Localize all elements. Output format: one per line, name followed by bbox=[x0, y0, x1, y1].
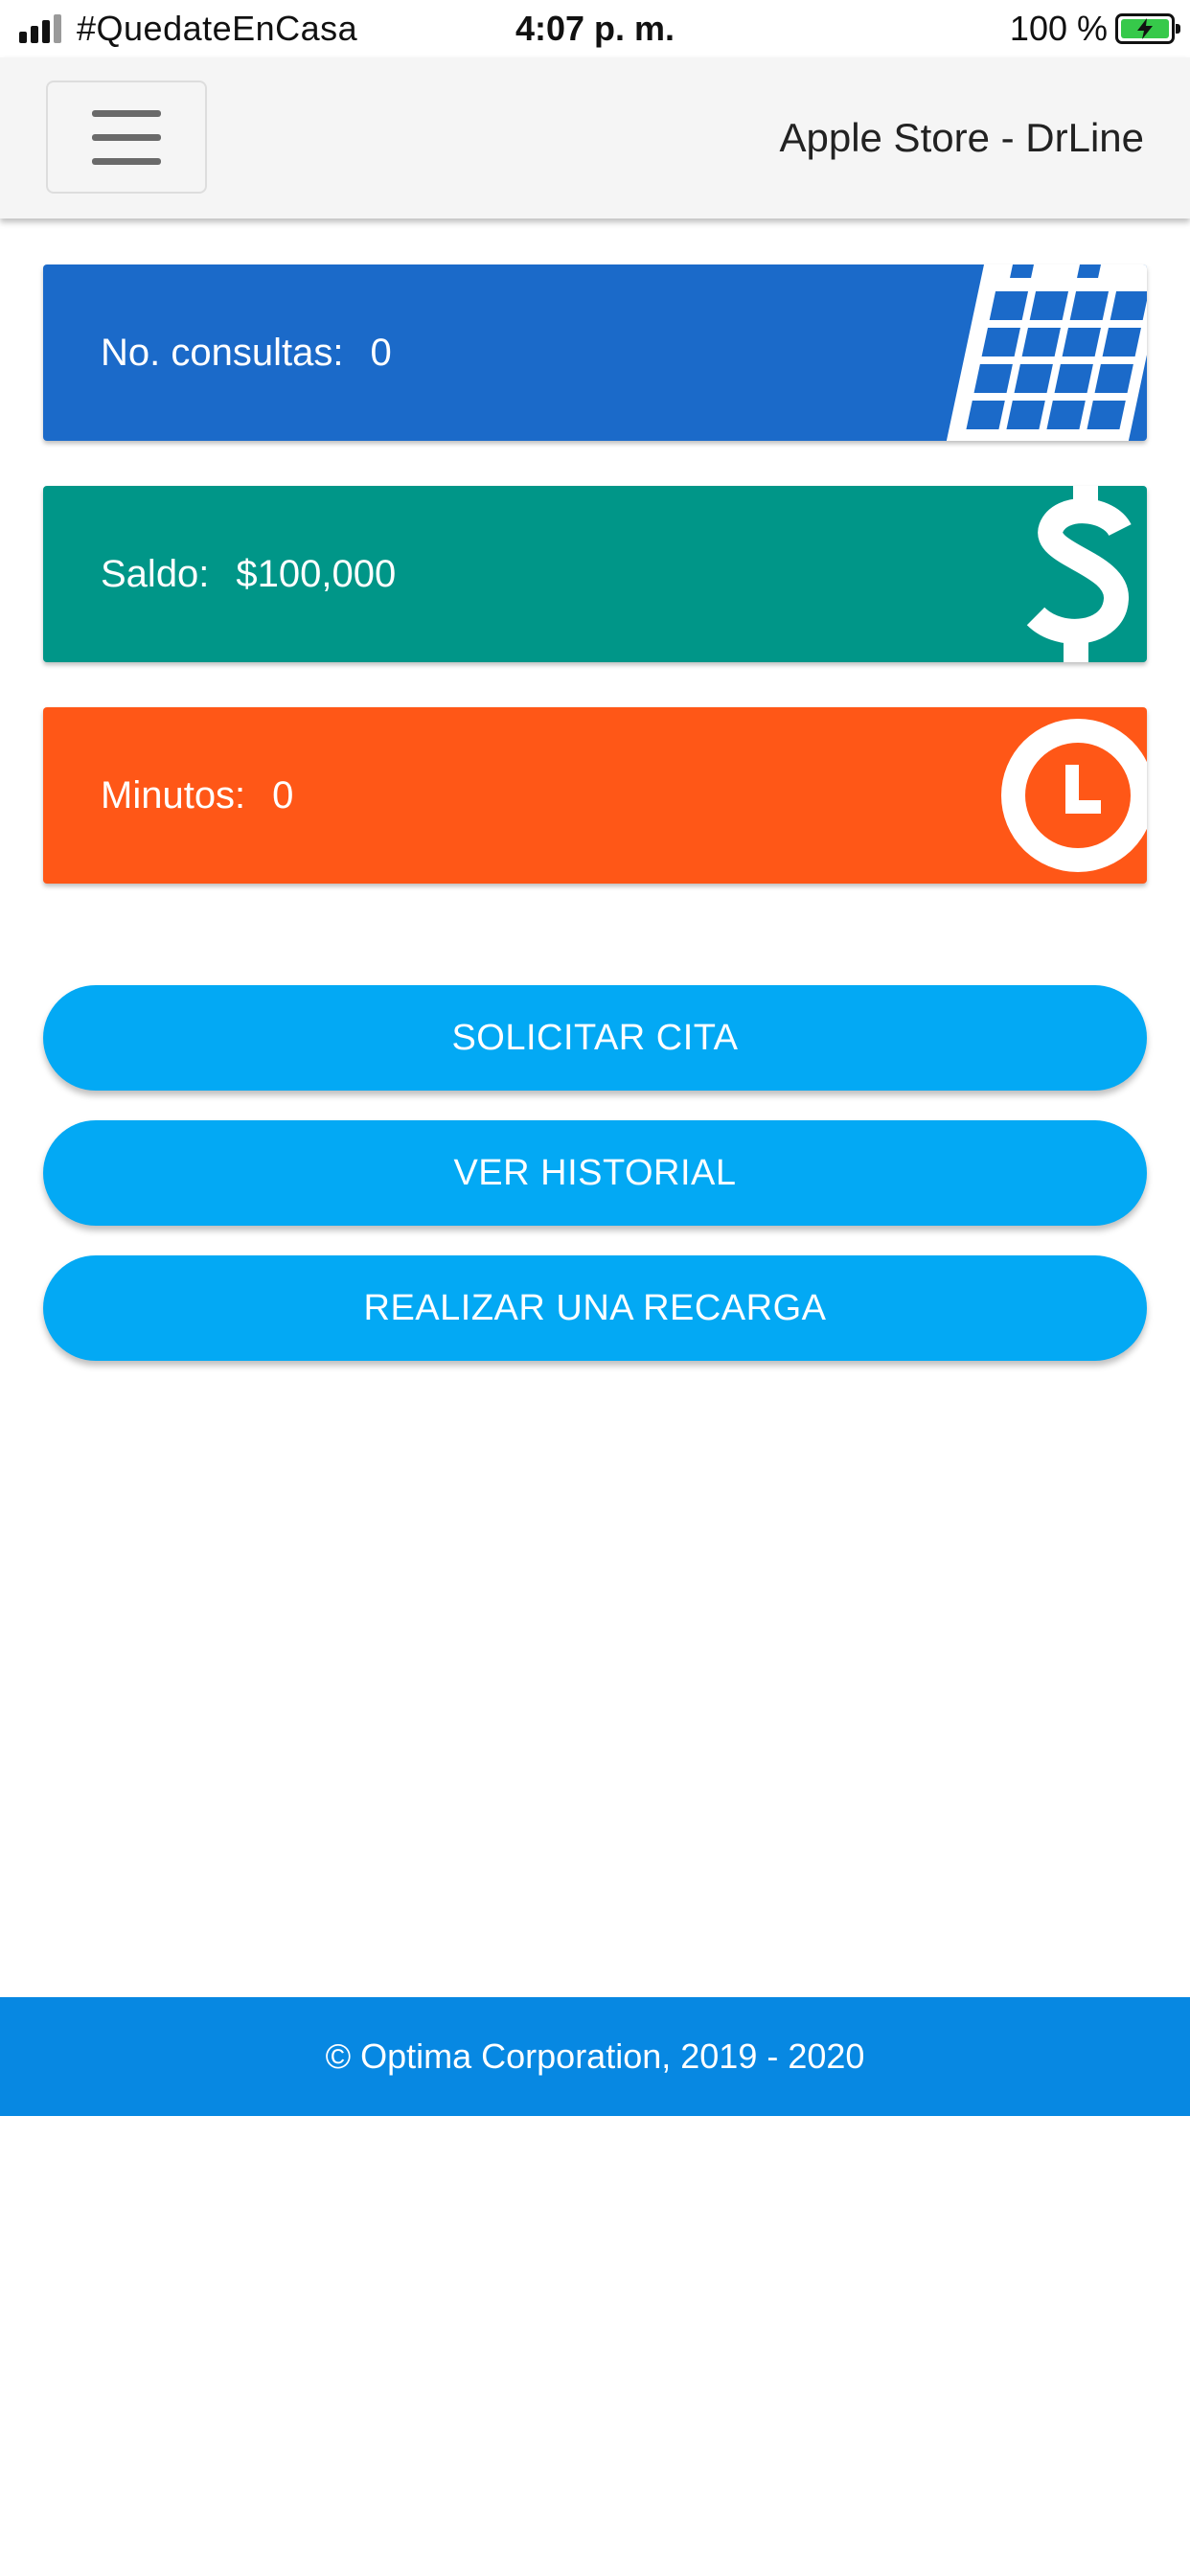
minutes-text: Minutos: 0 bbox=[101, 707, 293, 884]
app-header: Apple Store - DrLine bbox=[0, 58, 1190, 218]
status-right: 100 % bbox=[1009, 0, 1180, 58]
request-appointment-button[interactable]: SOLICITAR CITA bbox=[43, 985, 1147, 1091]
battery-fill bbox=[1121, 18, 1169, 39]
app-title: Apple Store - DrLine bbox=[779, 115, 1144, 160]
consultations-card: No. consultas: 0 bbox=[43, 264, 1147, 441]
balance-card: Saldo: $100,000 bbox=[43, 486, 1147, 662]
minutes-value: 0 bbox=[272, 774, 294, 816]
balance-label: Saldo: bbox=[101, 553, 210, 595]
consultations-text: No. consultas: 0 bbox=[101, 264, 392, 441]
consultations-label: No. consultas: bbox=[101, 332, 344, 374]
charging-bolt-icon bbox=[1137, 18, 1153, 39]
clock-icon bbox=[1001, 719, 1147, 872]
dollar-icon bbox=[1026, 486, 1132, 662]
footer-copyright: © Optima Corporation, 2019 - 2020 bbox=[325, 2036, 865, 2076]
hamburger-bar bbox=[92, 133, 161, 141]
footer: © Optima Corporation, 2019 - 2020 bbox=[0, 1997, 1190, 2116]
balance-text: Saldo: $100,000 bbox=[101, 486, 396, 662]
hamburger-bar bbox=[92, 157, 161, 165]
menu-toggle-button[interactable] bbox=[46, 80, 207, 194]
battery-percent: 100 % bbox=[1009, 9, 1108, 48]
balance-value: $100,000 bbox=[236, 553, 397, 595]
recharge-button[interactable]: REALIZAR UNA RECARGA bbox=[43, 1255, 1147, 1361]
minutes-card: Minutos: 0 bbox=[43, 707, 1147, 884]
status-bar: #QuedateEnCasa 4:07 p. m. 100 % bbox=[0, 0, 1190, 58]
view-history-button[interactable]: VER HISTORIAL bbox=[43, 1120, 1147, 1226]
consultations-value: 0 bbox=[370, 332, 392, 374]
battery-icon bbox=[1115, 13, 1180, 44]
hamburger-menu-icon bbox=[92, 109, 161, 117]
minutes-label: Minutos: bbox=[101, 774, 246, 816]
calendar-icon bbox=[945, 264, 1147, 441]
